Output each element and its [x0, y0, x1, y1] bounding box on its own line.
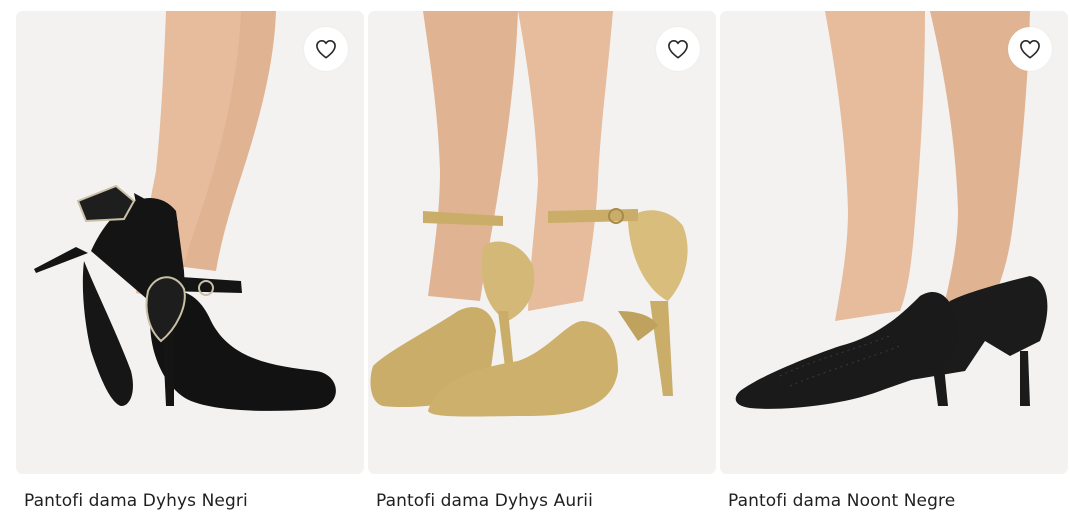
product-card[interactable]: Pantofi dama Dyhys Aurii [368, 11, 716, 519]
product-image[interactable] [720, 11, 1068, 474]
favorite-button[interactable] [1008, 27, 1052, 71]
product-card[interactable]: Pantofi dama Dyhys Negri [16, 11, 364, 519]
product-card[interactable]: Pantofi dama Noont Negre [720, 11, 1068, 519]
favorite-button[interactable] [304, 27, 348, 71]
black-mesh-pumps-photo [720, 11, 1068, 474]
heart-outline-icon [316, 40, 336, 59]
product-title-link[interactable]: Pantofi dama Dyhys Aurii [376, 491, 593, 511]
product-image[interactable] [16, 11, 364, 474]
product-title-link[interactable]: Pantofi dama Noont Negre [728, 491, 955, 511]
product-image[interactable] [368, 11, 716, 474]
product-title-link[interactable]: Pantofi dama Dyhys Negri [24, 491, 248, 511]
heart-outline-icon [668, 40, 688, 59]
black-bow-heels-photo [16, 11, 364, 474]
product-grid: Pantofi dama Dyhys Negri Pantofi dama Dy… [0, 0, 1070, 519]
heart-outline-icon [1020, 40, 1040, 59]
gold-bow-heels-photo [368, 11, 716, 474]
favorite-button[interactable] [656, 27, 700, 71]
